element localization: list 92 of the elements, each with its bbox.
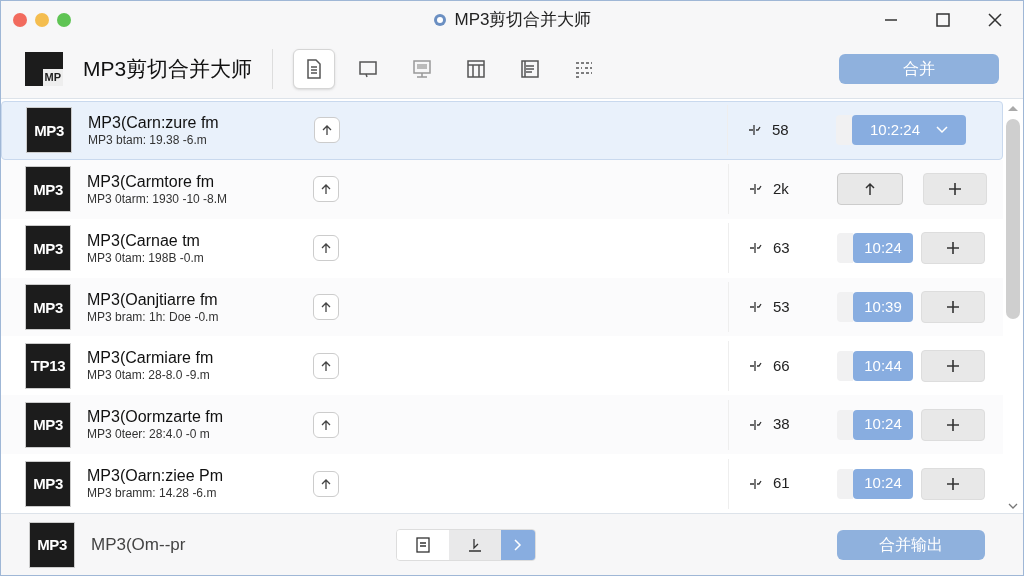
file-stat: 63 [773, 237, 790, 258]
move-button[interactable] [313, 235, 339, 262]
time-slot-background [837, 233, 853, 264]
file-detail: MP3 0tam: 28-8.0 -9.m [87, 368, 211, 384]
file-thumbnail: MP3 [26, 107, 72, 154]
file-detail: MP3 bram: 1h: Doe -0.m [87, 309, 220, 325]
file-stat: 53 [773, 296, 790, 317]
time-slot-background [837, 409, 853, 440]
time-slot-background [837, 350, 853, 381]
time-badge: 10:24 [853, 233, 913, 264]
plus-icon [945, 299, 961, 315]
arrow-up-icon [320, 418, 332, 431]
time-badge: 10:39 [853, 292, 913, 322]
file-stat: 66 [773, 355, 790, 376]
file-row[interactable]: MP3 MP3(Carmtore fm MP3 0tarm: 1930 -10 -8.M 2k [1, 159, 1003, 219]
file-stat: 58 [772, 120, 789, 141]
note-icon [416, 536, 431, 553]
toolbar-button[interactable] [293, 48, 336, 89]
plus-icon [947, 181, 963, 198]
file-detail: MP3 0tarm: 1930 -10 -8.M [87, 191, 229, 207]
file-row[interactable]: MP3 MP3(Oormzarte fm MP3 0teer: 28:4.0 -0 m 38 10:24 [1, 395, 1003, 455]
download-icon [467, 536, 484, 553]
app-logo: MP [25, 51, 63, 86]
add-button[interactable] [921, 349, 985, 382]
move-button[interactable] [313, 294, 339, 320]
arrow-up-icon [320, 301, 332, 313]
scroll-up-icon[interactable] [1008, 105, 1018, 111]
file-thumbnail: MP3 [25, 284, 71, 330]
file-stat: 2k [773, 179, 789, 200]
close-icon[interactable] [987, 12, 1003, 28]
time-badge: 10:44 [853, 350, 913, 381]
file-detail: MP3 0tam: 198B -0.m [87, 250, 205, 266]
display-icon [411, 57, 434, 80]
add-button[interactable] [923, 173, 987, 206]
app-icon [432, 13, 447, 27]
file-name: MP3(Oormzarte fm [87, 407, 224, 428]
move-button[interactable] [313, 411, 339, 438]
file-stat: 38 [773, 414, 790, 435]
app-name: MP3剪切合并大师 [83, 55, 253, 82]
file-name: MP3(Carmtore fm [87, 171, 216, 192]
move-button[interactable] [313, 352, 339, 379]
time-slot-background [837, 292, 853, 322]
file-detail: MP3 bramm: 14.28 -6.m [87, 486, 218, 502]
arrow-up-icon [320, 242, 332, 255]
close-light[interactable] [13, 13, 27, 27]
time-badge: 10:24 [853, 409, 913, 440]
window-title: MP3剪切合并大师 [454, 9, 592, 32]
time-badge: 10:24 [853, 468, 913, 499]
add-button[interactable] [921, 408, 985, 441]
arrow-up-icon [320, 183, 332, 196]
move-button[interactable] [313, 470, 339, 497]
chevron-right-icon [514, 538, 523, 551]
arrow-up-icon [863, 182, 877, 197]
arrow-up-icon [320, 477, 332, 490]
add-button[interactable] [921, 467, 985, 500]
file-name: MP3(Oarn:ziee Pm [87, 466, 225, 487]
file-row[interactable]: MP3 MP3(Carn:zure fm MP3 btam: 19.38 -6.m 58 10:2:24 [1, 101, 1003, 160]
file-name: MP3(Oanjtiarre fm [87, 289, 219, 310]
file-thumbnail: MP3 [25, 460, 71, 507]
time-slot-background [836, 115, 852, 146]
scroll-down-icon[interactable] [1008, 503, 1018, 509]
file-detail: MP3 0teer: 28:4.0 -0 m [87, 427, 211, 443]
file-name: MP3(Carn:zure fm [88, 112, 220, 133]
file-thumbnail: MP3 [25, 401, 71, 448]
arrow-up-icon [320, 359, 332, 372]
add-button[interactable] [921, 291, 985, 323]
grid-icon [465, 57, 488, 80]
file-name: MP3(Carmiare fm [87, 348, 215, 369]
file-thumbnail: MP3 [25, 225, 71, 272]
file-detail: MP3 btam: 19.38 -6.m [88, 132, 208, 148]
maximize-icon[interactable] [935, 12, 951, 28]
plus-icon [945, 357, 961, 374]
file-name: MP3(Carnae tm [87, 230, 201, 251]
file-thumbnail: MP3 [29, 521, 75, 568]
list-icon [519, 57, 542, 80]
file-thumbnail: TP13 [25, 342, 71, 389]
time-slot-background [837, 468, 853, 499]
segment-button[interactable] [449, 529, 502, 560]
file-stat: 61 [773, 473, 790, 494]
plus-icon [945, 416, 961, 433]
file-row[interactable]: MP3 MP3(Oanjtiarre fm MP3 bram: 1h: Doe -0.m 53 10:39 [1, 277, 1003, 337]
chevron-down-icon [936, 126, 948, 135]
move-button[interactable] [314, 117, 340, 144]
current-file-name: MP3(Om--pr [91, 533, 186, 556]
move-button[interactable] [313, 176, 339, 203]
plus-icon [945, 240, 961, 257]
add-button[interactable] [921, 232, 985, 265]
plus-icon [945, 475, 961, 492]
segment-button[interactable] [397, 529, 450, 560]
zoom-light[interactable] [57, 13, 71, 27]
arrow-up-icon [321, 124, 333, 137]
file-thumbnail: MP3 [25, 166, 71, 213]
